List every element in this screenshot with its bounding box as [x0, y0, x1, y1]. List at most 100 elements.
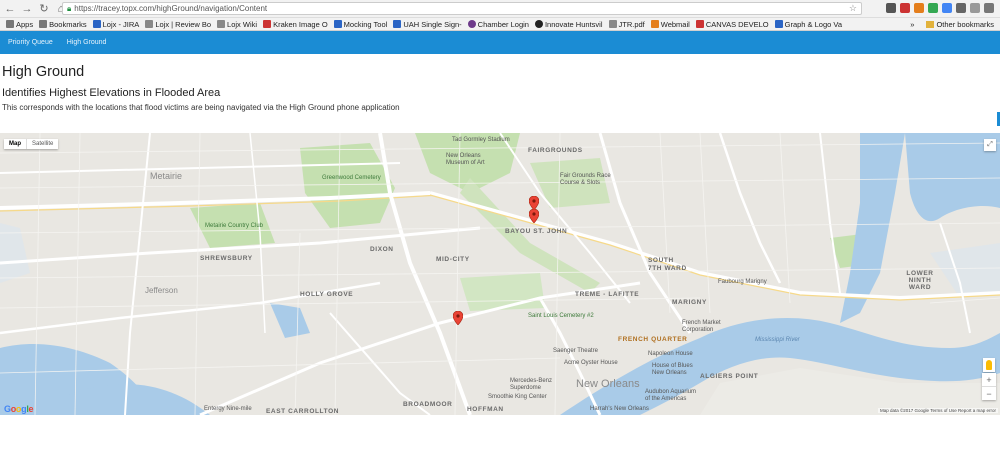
map-label: New Orleans Museum of Art	[446, 153, 485, 166]
extension-icon[interactable]	[886, 3, 896, 13]
extension-icons	[886, 3, 994, 13]
map-label: Metairie Country Club	[205, 223, 264, 229]
folder-icon	[926, 21, 935, 28]
map-label: Napoleon House	[648, 351, 693, 357]
canvas-icon	[695, 20, 704, 28]
zoom-in-button[interactable]: +	[982, 373, 996, 386]
flood-location-marker[interactable]	[529, 196, 539, 210]
reload-icon[interactable]: ↻	[37, 2, 51, 16]
map-label: Smoothie King Center	[488, 394, 547, 400]
bookmark-item[interactable]: Bookmarks	[39, 20, 87, 29]
flood-location-marker[interactable]	[453, 311, 463, 325]
map-label: SOUTH	[648, 257, 674, 264]
map-label: BAYOU ST. JOHN	[505, 228, 568, 235]
map-label: MID-CITY	[436, 256, 470, 263]
url-text: https://tracey.topx.com/highGround/navig…	[74, 4, 268, 13]
zoom-out-button[interactable]: −	[982, 387, 996, 400]
map-view[interactable]: Tad Gormley Stadium New Orleans Museum o…	[0, 133, 1000, 415]
nav-high-ground[interactable]: High Ground	[67, 39, 107, 46]
graph-icon	[774, 20, 783, 28]
kraken-icon	[263, 20, 272, 28]
map-label: 7TH WARD	[648, 265, 687, 272]
map-label: Jefferson	[145, 286, 178, 295]
bookmark-item[interactable]: Kraken Image O	[263, 20, 328, 29]
extension-icon[interactable]	[914, 3, 924, 13]
extension-icon[interactable]	[942, 3, 952, 13]
fullscreen-icon[interactable]: ⤢	[984, 139, 996, 151]
pdf-icon	[608, 20, 617, 28]
bookmark-item[interactable]: Graph & Logo Va	[774, 20, 842, 29]
map-label: FRENCH QUARTER	[618, 336, 688, 343]
map-label: EAST CARROLLTON	[266, 408, 340, 415]
map-attribution[interactable]: Map data ©2017 Google Terms of Use Repor…	[877, 408, 998, 413]
bookmark-item[interactable]: Apps	[6, 20, 33, 29]
page-subtitle: Identifies Highest Elevations in Flooded…	[2, 87, 221, 99]
other-bookmarks[interactable]: » Other bookmarks	[910, 20, 994, 29]
map-label: DIXON	[370, 246, 394, 253]
map-label: Saint Louis Cemetery #2	[528, 313, 594, 319]
map-label: ALGIERS POINT	[700, 373, 759, 380]
map-type-satellite-button[interactable]: Satellite	[26, 139, 58, 149]
map-label: Fair Grounds Race Course & Slots	[560, 173, 611, 186]
map-label: HOFFMAN	[467, 406, 504, 413]
street-view-pegman-icon[interactable]	[983, 358, 995, 372]
map-label: Acme Oyster House	[564, 360, 618, 366]
forward-icon[interactable]: →	[20, 2, 34, 16]
google-logo: Google	[4, 404, 34, 414]
jira-icon	[92, 20, 101, 28]
bookmark-item[interactable]: Webmail	[650, 20, 690, 29]
page-description: This corresponds with the locations that…	[2, 103, 400, 112]
map-label: New Orleans	[576, 378, 640, 390]
map-label: French Market Corporation	[682, 320, 721, 333]
map-label: House of Blues New Orleans	[652, 363, 693, 376]
map-label: Greenwood Cemetery	[322, 175, 381, 181]
browser-toolbar: ← → ↻ ⌂ 🔒︎ https://tracey.topx.com/highG…	[0, 0, 1000, 18]
extension-icon[interactable]	[928, 3, 938, 13]
map-label: Entergy Nine-mile	[204, 406, 252, 412]
bookmark-item[interactable]: Lojx - JIRA	[92, 20, 139, 29]
back-icon[interactable]: ←	[3, 2, 17, 16]
map-label: TREME - LAFITTE	[575, 291, 640, 298]
map-label: Harrah's New Orleans	[590, 406, 649, 412]
app-navbar: Priority Queue High Ground	[0, 31, 1000, 54]
nav-priority-queue[interactable]: Priority Queue	[8, 39, 53, 46]
page-title: High Ground	[2, 64, 85, 80]
map-type-map-button[interactable]: Map	[4, 139, 26, 149]
map-label: Mercedes-Benz Superdome	[510, 378, 553, 391]
mock-icon	[333, 20, 342, 28]
menu-icon[interactable]	[984, 3, 994, 13]
flood-location-marker[interactable]	[529, 209, 539, 223]
map-label: FAIRGROUNDS	[528, 147, 583, 154]
map-type-control: Map Satellite	[4, 139, 59, 149]
more-bookmarks-icon[interactable]: »	[910, 20, 914, 29]
map-label: Audubon Aquarium of the Americas	[645, 389, 697, 402]
extension-icon[interactable]	[956, 3, 966, 13]
bookmark-item[interactable]: Mocking Tool	[333, 20, 387, 29]
map-label: LOWER NINTH WARD	[906, 270, 934, 291]
apps-icon	[6, 20, 14, 28]
map-label: HOLLY GROVE	[300, 291, 354, 298]
page-icon	[145, 20, 154, 28]
lock-icon: 🔒︎	[67, 3, 72, 13]
map-label: Tad Gormley Stadium	[452, 137, 510, 143]
extension-icon[interactable]	[970, 3, 980, 13]
address-bar[interactable]: 🔒︎ https://tracey.topx.com/highGround/na…	[62, 2, 862, 15]
zoom-control: + −	[982, 373, 996, 400]
extension-icon[interactable]	[900, 3, 910, 13]
bookmark-item[interactable]: JTR.pdf	[608, 20, 645, 29]
map-label: BROADMOOR	[403, 401, 453, 408]
bookmark-item[interactable]: Lojx | Review Bo	[145, 20, 211, 29]
bookmark-item[interactable]: CANVAS DEVELO	[695, 20, 769, 29]
uah-icon	[393, 20, 402, 28]
bookmark-star-icon[interactable]: ☆	[849, 3, 857, 14]
webmail-icon	[650, 20, 659, 28]
map-label: SHREWSBURY	[200, 255, 253, 262]
innovate-icon	[534, 20, 543, 28]
bookmark-item[interactable]: Innovate Huntsvil	[534, 20, 603, 29]
bookmark-item[interactable]: Lojx Wiki	[217, 20, 257, 29]
map-label: Faubourg Marigny	[718, 279, 767, 285]
bookmarks-bar: Apps Bookmarks Lojx - JIRA Lojx | Review…	[0, 18, 1000, 31]
bookmark-item[interactable]: UAH Single Sign-	[393, 20, 462, 29]
bookmark-item[interactable]: Chamber Login	[467, 20, 529, 29]
map-label: Mississippi River	[755, 337, 800, 343]
